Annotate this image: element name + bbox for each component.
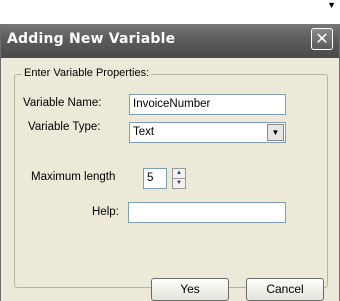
group-label: Enter Variable Properties: <box>22 67 152 79</box>
variable-properties-group: Enter Variable Properties: Variable Name… <box>14 67 328 288</box>
variable-type-label: Variable Type: <box>28 121 101 133</box>
spin-down-icon[interactable]: ▼ <box>173 179 185 188</box>
yes-button[interactable]: Yes <box>151 278 229 301</box>
chevron-down-icon[interactable]: ▼ <box>267 124 284 141</box>
help-label: Help: <box>92 206 119 218</box>
background-dropdown-arrow-icon: ▼ <box>327 0 336 10</box>
background-window: ▼ <box>0 0 340 26</box>
dialog-title: Adding New Variable <box>7 31 176 47</box>
maximum-length-input[interactable]: 5 <box>143 168 167 189</box>
cancel-button[interactable]: Cancel <box>246 278 324 301</box>
close-icon: ✕ <box>315 29 329 48</box>
variable-name-label: Variable Name: <box>23 97 102 109</box>
spin-up-icon[interactable]: ▲ <box>173 169 185 179</box>
maximum-length-spinner[interactable]: ▲ ▼ <box>172 168 186 189</box>
maximum-length-label: Maximum length <box>31 171 116 183</box>
help-input[interactable] <box>128 202 286 223</box>
variable-name-input[interactable]: InvoiceNumber <box>129 94 286 115</box>
title-bar: Adding New Variable ✕ <box>1 24 339 58</box>
variable-type-value: Text <box>133 126 155 138</box>
close-button[interactable]: ✕ <box>311 28 333 50</box>
variable-type-select[interactable]: Text ▼ <box>129 122 286 143</box>
adding-new-variable-dialog: Adding New Variable ✕ Enter Variable Pro… <box>0 24 340 301</box>
